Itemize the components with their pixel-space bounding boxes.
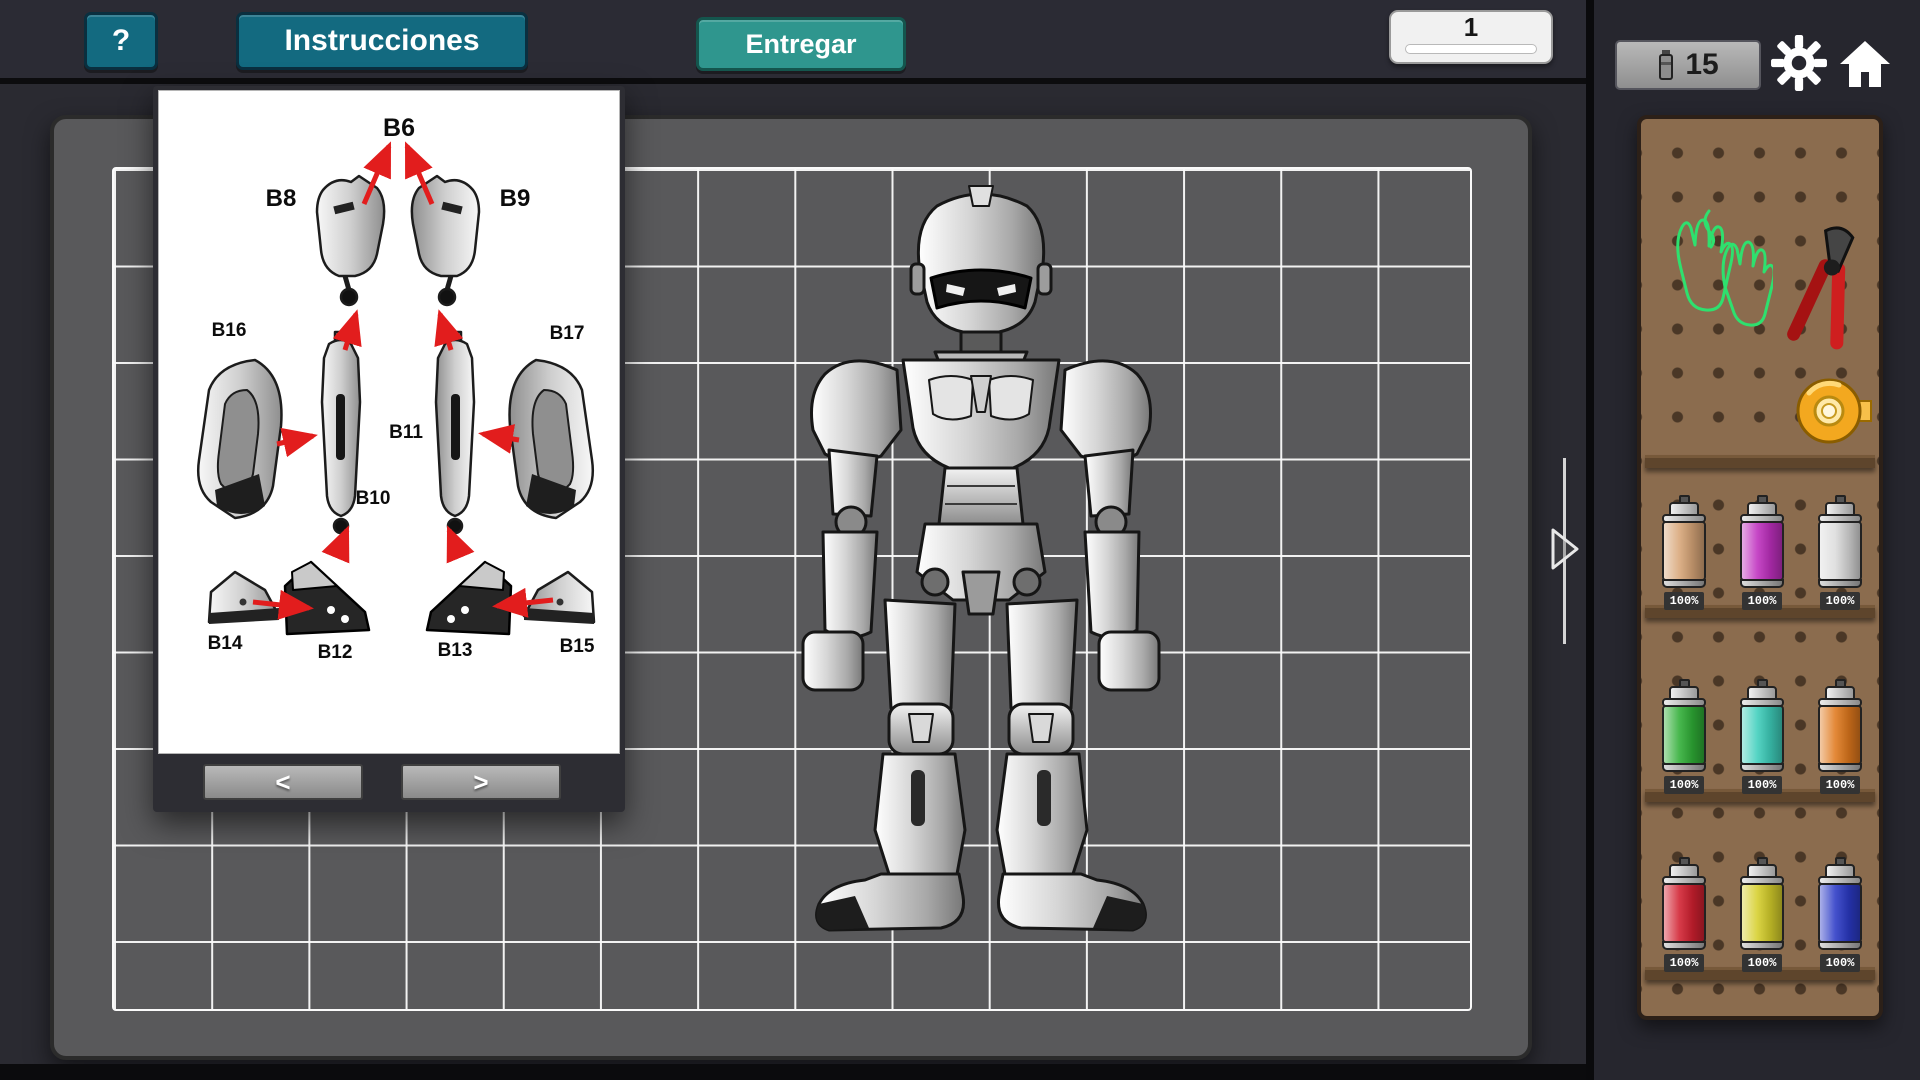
assembly-arrows (253, 146, 553, 608)
part-b13-foot (427, 562, 511, 634)
label-b11: B11 (389, 422, 423, 443)
can-body (1818, 521, 1862, 581)
submit-button[interactable]: Entregar (696, 17, 906, 71)
pliers-tool[interactable] (1779, 213, 1879, 353)
can-amount-badge: 100% (1664, 776, 1705, 794)
part-b10-shin (322, 332, 360, 533)
label-b14: B14 (208, 633, 243, 654)
round-number: 1 (1391, 12, 1551, 42)
robot-left-fist[interactable] (803, 632, 863, 690)
top-bar: ? Instrucciones Entregar 1 (0, 0, 1588, 84)
part-b9-thigh (412, 176, 479, 305)
can-body (1662, 521, 1706, 581)
robot-left-shoulder[interactable] (812, 361, 902, 462)
robot-right-shin-slot (1037, 770, 1051, 826)
label-b9: B9 (500, 185, 531, 212)
robot-left-forearm[interactable] (823, 532, 877, 638)
can-amount-badge: 100% (1820, 776, 1861, 794)
paint-count-value: 15 (1685, 48, 1718, 82)
robot-left-ear-pod (911, 264, 924, 294)
label-b12: B12 (318, 642, 353, 663)
robot-right-pec (989, 376, 1033, 420)
robot-left-thigh[interactable] (885, 600, 955, 708)
home-icon[interactable] (1838, 38, 1892, 90)
robot-visor[interactable] (931, 270, 1031, 308)
robot-body[interactable] (803, 186, 1159, 930)
spray-can-magenta[interactable]: 100% (1731, 495, 1793, 610)
can-body (1662, 883, 1706, 943)
help-button[interactable]: ? (84, 12, 158, 70)
instructions-button[interactable]: Instrucciones (236, 12, 528, 70)
robot-right-fist[interactable] (1099, 632, 1159, 690)
can-amount-badge: 100% (1664, 954, 1705, 972)
robot-right-kneecap (1029, 714, 1053, 742)
robot-abdomen[interactable] (939, 468, 1023, 524)
spray-can-silver[interactable]: 100% (1809, 495, 1871, 610)
next-page-button[interactable]: > (401, 764, 561, 800)
spray-can-teal[interactable]: 100% (1731, 679, 1793, 794)
can-body (1740, 521, 1784, 581)
part-b14-foot-cap (209, 572, 279, 624)
can-amount-badge: 100% (1820, 954, 1861, 972)
label-b6: B6 (383, 114, 415, 142)
robot-right-forearm[interactable] (1085, 532, 1139, 638)
can-amount-badge: 100% (1742, 592, 1783, 610)
label-b13: B13 (438, 640, 473, 661)
gloves-tool[interactable] (1651, 209, 1773, 365)
can-body (1818, 883, 1862, 943)
robot-figure[interactable] (785, 180, 1177, 950)
bottom-strip (0, 1064, 1588, 1080)
label-b17: B17 (550, 323, 585, 344)
robot-left-shin-slot (911, 770, 925, 826)
tool-sidebar: 15 (1594, 0, 1920, 1080)
robot-right-ear-pod (1038, 264, 1051, 294)
spray-can-red[interactable]: 100% (1653, 857, 1715, 972)
game-stage: ? Instrucciones Entregar 1 15 (0, 0, 1920, 1080)
robot-right-hip-joint (1014, 569, 1040, 595)
can-body (1818, 705, 1862, 765)
part-b15-foot-cap (524, 572, 594, 624)
panel-collapse-handle[interactable] (1545, 522, 1583, 576)
pegboard: 100% 100% 100% (1637, 115, 1883, 1020)
spray-can-icon (1657, 49, 1675, 81)
settings-gear-icon[interactable] (1770, 34, 1828, 92)
spray-can-tan[interactable]: 100% (1653, 495, 1715, 610)
label-b8: B8 (266, 185, 297, 212)
part-b17-side-armor (510, 360, 593, 518)
part-b16-side-armor (198, 360, 281, 518)
robot-helmet-crest (969, 186, 993, 206)
robot-left-pec (929, 376, 973, 420)
can-body (1740, 705, 1784, 765)
spray-can-green[interactable]: 100% (1653, 679, 1715, 794)
can-amount-badge: 100% (1742, 954, 1783, 972)
can-body (1740, 883, 1784, 943)
round-progress-bar (1405, 44, 1537, 54)
spray-can-yellow[interactable]: 100% (1731, 857, 1793, 972)
instruction-diagram: B6 B8 B9 B16 B17 B11 B10 B12 B13 B14 B15 (158, 90, 620, 754)
can-body (1662, 705, 1706, 765)
label-b15: B15 (560, 636, 595, 657)
label-b16: B16 (212, 320, 247, 341)
instruction-card: B6 B8 B9 B16 B17 B11 B10 B12 B13 B14 B15… (153, 86, 625, 812)
paint-counter: 15 (1615, 40, 1761, 90)
part-b12-foot (285, 562, 369, 634)
round-counter: 1 (1389, 10, 1553, 64)
robot-right-shoulder[interactable] (1061, 361, 1151, 462)
sidebar-divider (1586, 0, 1594, 1080)
robot-codpiece[interactable] (963, 572, 999, 614)
robot-left-hip-joint (922, 569, 948, 595)
spray-can-blue[interactable]: 100% (1809, 857, 1871, 972)
can-amount-badge: 100% (1820, 592, 1861, 610)
robot-helmet[interactable] (918, 194, 1043, 332)
part-b11-shin (436, 332, 474, 533)
tape-tool[interactable] (1787, 369, 1875, 457)
can-amount-badge: 100% (1664, 592, 1705, 610)
can-amount-badge: 100% (1742, 776, 1783, 794)
label-b10: B10 (356, 488, 391, 509)
robot-left-kneecap (909, 714, 933, 742)
spray-can-orange[interactable]: 100% (1809, 679, 1871, 794)
prev-page-button[interactable]: < (203, 764, 363, 800)
part-b8-thigh (317, 176, 384, 305)
robot-right-thigh[interactable] (1007, 600, 1077, 708)
